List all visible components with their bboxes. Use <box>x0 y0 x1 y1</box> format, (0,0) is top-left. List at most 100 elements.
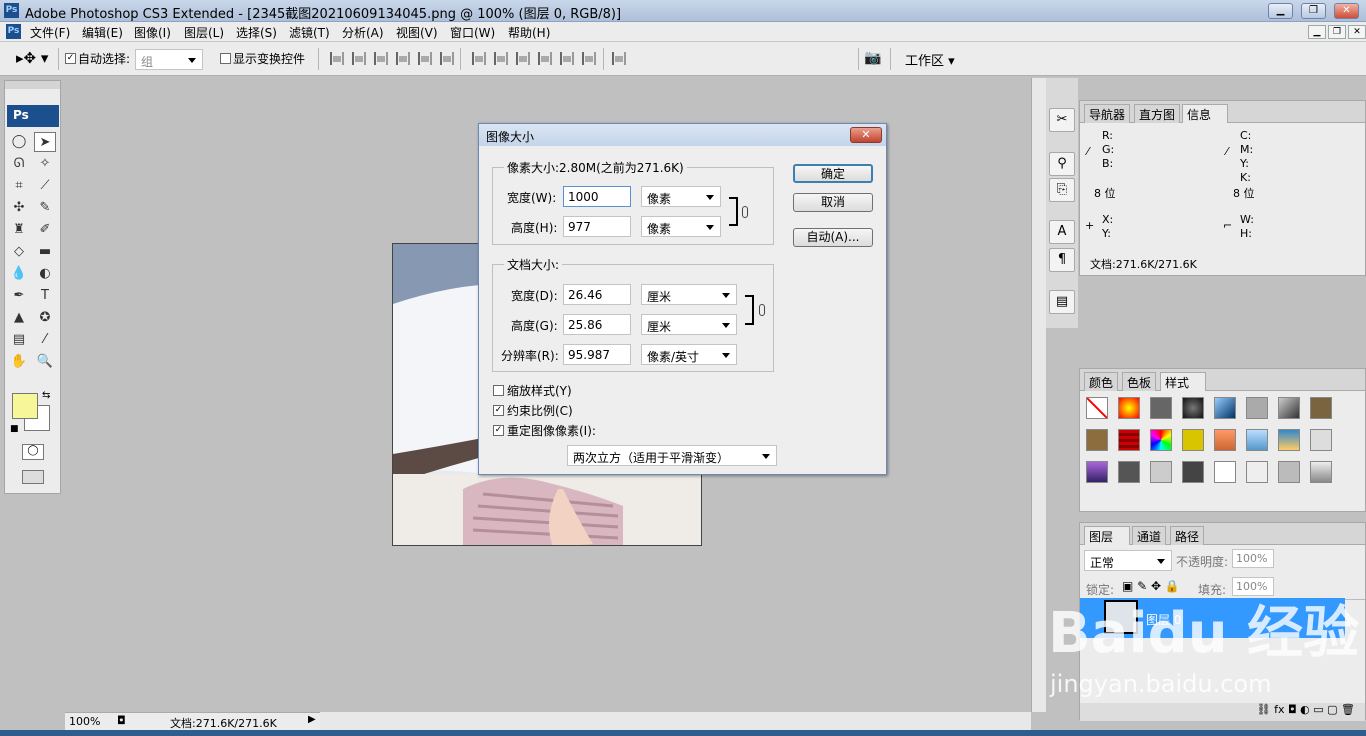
style-swatch[interactable] <box>1214 461 1236 483</box>
brushes-icon[interactable]: ⚲ <box>1049 152 1075 176</box>
maximize-button[interactable]: ❐ <box>1301 3 1326 19</box>
menu-filter[interactable]: 滤镜(T) <box>289 24 330 41</box>
menu-edit[interactable]: 编辑(E) <box>82 24 123 41</box>
type-tool-icon[interactable]: T <box>34 286 56 306</box>
menu-select[interactable]: 选择(S) <box>236 24 277 41</box>
doc-close-button[interactable]: ✕ <box>1348 25 1366 39</box>
quick-mask-icon[interactable]: ◯ <box>22 444 44 460</box>
align-horizontal-group[interactable] <box>330 52 388 66</box>
menu-view[interactable]: 视图(V) <box>396 24 438 41</box>
zoom-level[interactable]: 100% <box>69 715 100 728</box>
menu-analysis[interactable]: 分析(A) <box>342 24 384 41</box>
menu-image[interactable]: 图像(I) <box>134 24 171 41</box>
distribute-vertical-group[interactable] <box>538 52 596 66</box>
workspace-button[interactable]: 工作区 ▾ <box>905 50 955 69</box>
magic-wand-tool-icon[interactable]: ✧ <box>34 154 56 174</box>
doc-height-unit-select[interactable]: 厘米 <box>641 314 737 335</box>
style-swatch[interactable] <box>1310 429 1332 451</box>
menu-layer[interactable]: 图层(L) <box>184 24 224 41</box>
auto-select-checkbox[interactable]: ✓ <box>65 53 76 64</box>
layer-comps-icon[interactable]: ▤ <box>1049 290 1075 314</box>
style-swatch[interactable] <box>1118 429 1140 451</box>
notes-tool-icon[interactable]: ▤ <box>8 330 30 350</box>
move-tool-preset-icon[interactable]: ▸✥ ▾ <box>16 49 48 67</box>
tab-paths[interactable]: 路径 <box>1170 526 1205 545</box>
zoom-preview-icon[interactable]: ◘ <box>117 714 126 727</box>
history-brush-tool-icon[interactable]: ✐ <box>34 220 56 240</box>
style-swatch[interactable] <box>1150 461 1172 483</box>
style-swatch[interactable] <box>1246 429 1268 451</box>
close-button[interactable]: ✕ <box>1334 3 1359 19</box>
resample-checkbox[interactable]: ✓ <box>493 425 504 436</box>
auto-align-layers-icon[interactable] <box>612 52 626 66</box>
style-swatch[interactable] <box>1278 397 1300 419</box>
pen-tool-icon[interactable]: ✒ <box>8 286 30 306</box>
doc-width-unit-select[interactable]: 厘米 <box>641 284 737 305</box>
constrain-proportions-checkbox[interactable]: ✓ <box>493 405 504 416</box>
slice-tool-icon[interactable]: ⟋ <box>34 176 56 196</box>
style-swatch[interactable] <box>1150 429 1172 451</box>
style-swatch[interactable] <box>1214 429 1236 451</box>
tab-info[interactable]: 信息 <box>1182 104 1229 123</box>
style-swatch[interactable] <box>1310 461 1332 483</box>
menu-window[interactable]: 窗口(W) <box>450 24 495 41</box>
auto-select-dropdown[interactable]: 组 <box>135 49 203 70</box>
auto-button[interactable]: 自动(A)... <box>793 228 873 247</box>
lasso-tool-icon[interactable]: ᘏ <box>8 154 30 174</box>
move-tool-icon[interactable]: ➤ <box>34 132 56 152</box>
pixel-height-unit-select[interactable]: 像素 <box>641 216 721 237</box>
gradient-tool-icon[interactable]: ▬ <box>34 242 56 262</box>
tab-navigator[interactable]: 导航器 <box>1084 104 1131 123</box>
style-none-swatch[interactable] <box>1086 397 1108 419</box>
zoom-tool-icon[interactable]: 🔍 <box>34 352 56 372</box>
tab-styles[interactable]: 样式 <box>1160 372 1207 391</box>
resolution-unit-select[interactable]: 像素/英寸 <box>641 344 737 365</box>
menu-file[interactable]: 文件(F) <box>30 24 70 41</box>
doc-width-input[interactable]: 26.46 <box>563 284 631 305</box>
minimize-button[interactable]: ▁ <box>1268 3 1293 19</box>
menu-help[interactable]: 帮助(H) <box>508 24 550 41</box>
default-colors-icon[interactable]: ■ <box>10 424 19 434</box>
show-transform-checkbox[interactable] <box>220 53 231 64</box>
status-menu-arrow-icon[interactable]: ▶ <box>308 714 316 725</box>
style-swatch[interactable] <box>1310 397 1332 419</box>
style-swatch[interactable] <box>1246 461 1268 483</box>
clone-source-icon[interactable]: ⎘ <box>1049 178 1075 202</box>
shape-tool-icon[interactable]: ✪ <box>34 308 56 328</box>
dodge-tool-icon[interactable]: ◐ <box>34 264 56 284</box>
style-swatch[interactable] <box>1246 397 1268 419</box>
pixel-width-unit-select[interactable]: 像素 <box>641 186 721 207</box>
path-selection-tool-icon[interactable]: ▲ <box>8 308 30 328</box>
tab-color[interactable]: 颜色 <box>1084 372 1119 391</box>
foreground-color-top[interactable] <box>12 393 38 419</box>
clone-stamp-tool-icon[interactable]: ♜ <box>8 220 30 240</box>
blend-mode-select[interactable]: 正常 <box>1084 550 1172 571</box>
brush-tool-icon[interactable]: ✎ <box>34 198 56 218</box>
style-swatch[interactable] <box>1278 429 1300 451</box>
opacity-input[interactable]: 100% <box>1232 549 1274 568</box>
healing-brush-tool-icon[interactable]: ✣ <box>8 198 30 218</box>
tab-swatches[interactable]: 色板 <box>1122 372 1157 391</box>
tools-preset-icon[interactable]: ✂ <box>1049 108 1075 132</box>
character-icon[interactable]: A <box>1049 220 1075 244</box>
style-swatch[interactable] <box>1278 461 1300 483</box>
crop-tool-icon[interactable]: ⌗ <box>8 176 30 196</box>
layers-footer-icons[interactable]: ⛓ fx ◘ ◐ ▭ ▢ 🗑 <box>1080 703 1365 721</box>
style-swatch[interactable] <box>1214 397 1236 419</box>
style-swatch[interactable] <box>1086 461 1108 483</box>
resample-method-select[interactable]: 两次立方（适用于平滑渐变） <box>567 445 777 466</box>
dialog-close-button[interactable]: ✕ <box>850 127 882 143</box>
pixel-width-input[interactable]: 1000 <box>563 186 631 207</box>
paragraph-icon[interactable]: ¶ <box>1049 248 1075 272</box>
cancel-button[interactable]: 取消 <box>793 193 873 212</box>
tab-histogram[interactable]: 直方图 <box>1134 104 1181 123</box>
eyedropper-tool-icon[interactable]: ⁄ <box>34 330 56 350</box>
marquee-tool-icon[interactable]: ◯ <box>8 132 30 152</box>
screen-mode-icon[interactable] <box>22 470 44 484</box>
style-swatch[interactable] <box>1150 397 1172 419</box>
tab-layers[interactable]: 图层 <box>1084 526 1131 545</box>
ps-menu-icon[interactable]: Ps <box>6 24 21 39</box>
style-swatch[interactable] <box>1182 397 1204 419</box>
ok-button[interactable]: 确定 <box>793 164 873 183</box>
bridge-icon[interactable]: 📷 <box>864 50 881 66</box>
